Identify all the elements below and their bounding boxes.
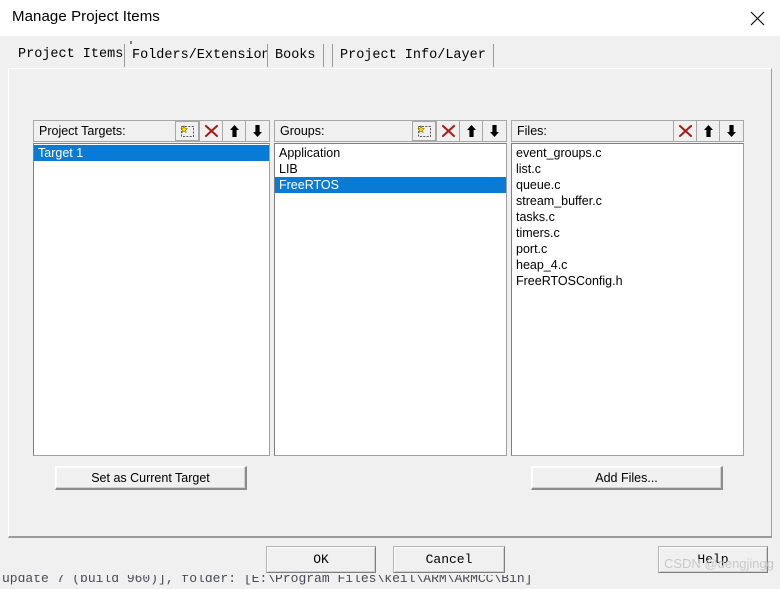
set-as-current-target-button[interactable]: Set as Current Target	[55, 466, 247, 490]
delete-target-button[interactable]	[199, 121, 222, 141]
cancel-label: Cancel	[425, 552, 473, 567]
delete-file-button[interactable]	[673, 121, 696, 141]
groups-label: Groups:	[280, 124, 325, 138]
help-label: Help	[697, 552, 729, 567]
ok-label: OK	[313, 552, 329, 567]
tab-project-items[interactable]: Project Items	[10, 41, 133, 67]
close-icon	[750, 11, 765, 26]
list-item[interactable]: Application	[275, 145, 506, 161]
move-group-up-button[interactable]	[459, 121, 482, 141]
list-item[interactable]: LIB	[275, 161, 506, 177]
delete-icon	[204, 124, 219, 138]
new-group-button[interactable]	[412, 121, 436, 141]
list-item[interactable]: timers.c	[512, 225, 743, 241]
list-item[interactable]: tasks.c	[512, 209, 743, 225]
project-targets-list[interactable]: Target 1	[33, 143, 270, 456]
project-targets-label: Project Targets:	[39, 124, 126, 138]
tab-strip: Project Items Folders/Extensions Books P…	[0, 36, 780, 68]
tab-label: Project Items	[18, 46, 124, 62]
new-item-icon	[179, 124, 195, 138]
groups-list[interactable]: Application LIB FreeRTOS	[274, 143, 507, 456]
project-targets-toolbar	[175, 121, 268, 141]
new-target-button[interactable]	[175, 121, 199, 141]
help-button[interactable]: Help	[658, 546, 768, 573]
list-item[interactable]: port.c	[512, 241, 743, 257]
move-down-icon	[725, 124, 738, 138]
move-file-down-button[interactable]	[719, 121, 742, 141]
files-header: Files:	[511, 120, 744, 142]
ok-button[interactable]: OK	[266, 546, 376, 573]
title-bar: Manage Project Items	[0, 0, 780, 37]
tab-project-info-layer[interactable]: Project Info/Layer	[332, 44, 494, 67]
window-title: Manage Project Items	[12, 8, 160, 25]
delete-icon	[678, 124, 693, 138]
list-item[interactable]: list.c	[512, 161, 743, 177]
move-down-icon	[251, 124, 264, 138]
tab-books[interactable]: Books	[267, 44, 324, 67]
tab-folders-extensions[interactable]: Folders/Extensions	[124, 44, 286, 67]
project-targets-header: Project Targets:	[33, 120, 270, 142]
delete-icon	[441, 124, 456, 138]
list-item[interactable]: heap_4.c	[512, 257, 743, 273]
move-group-down-button[interactable]	[482, 121, 505, 141]
move-target-down-button[interactable]	[245, 121, 268, 141]
new-item-icon	[416, 124, 432, 138]
status-line-text: update 7 (build 960)], folder: [E:\Progr…	[2, 575, 533, 586]
tab-content-panel: Project Targets: Target 1 Set as Current…	[8, 68, 772, 538]
move-up-icon	[702, 124, 715, 138]
status-line: update 7 (build 960)], folder: [E:\Progr…	[0, 575, 780, 589]
list-item[interactable]: stream_buffer.c	[512, 193, 743, 209]
move-up-icon	[228, 124, 241, 138]
groups-toolbar	[412, 121, 505, 141]
cancel-button[interactable]: Cancel	[393, 546, 505, 573]
close-button[interactable]	[734, 0, 780, 36]
files-label: Files:	[517, 124, 547, 138]
move-target-up-button[interactable]	[222, 121, 245, 141]
move-down-icon	[488, 124, 501, 138]
list-item[interactable]: event_groups.c	[512, 145, 743, 161]
set-as-current-target-label: Set as Current Target	[91, 470, 210, 485]
list-item[interactable]: FreeRTOSConfig.h	[512, 273, 743, 289]
files-list[interactable]: event_groups.c list.c queue.c stream_buf…	[511, 143, 744, 456]
list-item[interactable]: Target 1	[34, 145, 269, 161]
tab-label: Books	[275, 48, 316, 63]
list-item[interactable]: queue.c	[512, 177, 743, 193]
add-files-button[interactable]: Add Files...	[531, 466, 723, 490]
groups-header: Groups:	[274, 120, 507, 142]
move-file-up-button[interactable]	[696, 121, 719, 141]
list-item[interactable]: FreeRTOS	[275, 177, 506, 193]
tab-label: Project Info/Layer	[340, 48, 486, 63]
move-up-icon	[465, 124, 478, 138]
tab-label: Folders/Extensions	[132, 48, 278, 63]
files-toolbar	[673, 121, 742, 141]
delete-group-button[interactable]	[436, 121, 459, 141]
add-files-label: Add Files...	[595, 470, 658, 485]
